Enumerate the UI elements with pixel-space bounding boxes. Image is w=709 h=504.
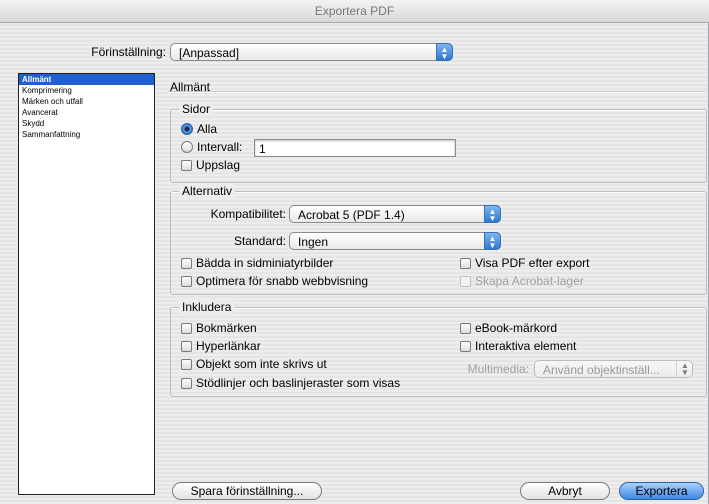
interactive-elements-label: Interaktiva element xyxy=(475,339,577,353)
checkbox-icon xyxy=(181,323,192,334)
export-pdf-dialog: Exportera PDF Förinställning: [Anpassad]… xyxy=(0,0,709,504)
popup-arrows-icon: ▲ ▼ xyxy=(436,43,453,61)
visible-guides-label: Stödlinjer och baslinjeraster som visas xyxy=(196,376,401,390)
nonprinting-objects-checkbox[interactable]: Objekt som inte skrivs ut xyxy=(181,357,327,371)
standard-label: Standard: xyxy=(233,234,286,248)
interactive-elements-checkbox[interactable]: Interaktiva element xyxy=(460,339,576,353)
checkbox-icon xyxy=(460,276,471,287)
pages-range-input[interactable]: 1 xyxy=(254,139,456,157)
preset-value: [Anpassad] xyxy=(179,46,240,60)
preset-label: Förinställning: xyxy=(91,45,166,59)
export-button[interactable]: Exportera xyxy=(619,482,704,500)
acrobat-layers-checkbox: Skapa Acrobat-lager xyxy=(460,274,584,288)
view-after-export-checkbox[interactable]: Visa PDF efter export xyxy=(460,256,590,270)
preset-row: Förinställning: [Anpassad] ▲ ▼ xyxy=(0,42,709,64)
pages-all-label: Alla xyxy=(197,122,218,136)
visible-guides-checkbox[interactable]: Stödlinjer och baslinjeraster som visas xyxy=(181,376,400,390)
embed-thumbnails-checkbox[interactable]: Bädda in sidminiatyrbilder xyxy=(181,256,333,270)
optimize-web-label: Optimera för snabb webbvisning xyxy=(196,274,369,288)
compatibility-value: Acrobat 5 (PDF 1.4) xyxy=(298,208,405,222)
save-preset-button[interactable]: Spara förinställning... xyxy=(172,482,322,500)
checkbox-icon xyxy=(181,378,192,389)
sidebar-item-marks-bleed[interactable]: Märken och utfall xyxy=(19,96,154,107)
popup-arrows-icon: ▲ ▼ xyxy=(484,205,501,223)
checkbox-icon xyxy=(181,341,192,352)
pages-all-radio[interactable]: Alla xyxy=(181,122,217,136)
standard-popup[interactable]: Ingen ▲ ▼ xyxy=(289,232,501,250)
acrobat-layers-label: Skapa Acrobat-lager xyxy=(475,274,584,288)
sidebar-item-general[interactable]: Allmänt xyxy=(19,74,154,85)
window-title: Exportera PDF xyxy=(0,0,709,23)
checkbox-icon xyxy=(181,276,192,287)
hyperlinks-label: Hyperlänkar xyxy=(196,339,261,353)
sidebar-item-summary[interactable]: Sammanfattning xyxy=(19,129,154,140)
compatibility-popup[interactable]: Acrobat 5 (PDF 1.4) ▲ ▼ xyxy=(289,205,501,223)
sidebar-item-advanced[interactable]: Avancerat xyxy=(19,107,154,118)
section-divider xyxy=(168,91,706,93)
include-legend: Inkludera xyxy=(179,300,235,314)
ebook-tags-checkbox[interactable]: eBook-märkord xyxy=(460,321,557,335)
sidebar-list: Allmänt Komprimering Märken och utfall A… xyxy=(18,73,155,495)
multimedia-label: Multimedia: xyxy=(467,362,529,376)
multimedia-popup: Använd objektinställ... ▲ ▼ xyxy=(534,360,693,378)
radio-icon xyxy=(181,141,193,153)
sidebar-item-security[interactable]: Skydd xyxy=(19,118,154,129)
popup-arrows-icon: ▲ ▼ xyxy=(484,232,501,250)
cancel-button[interactable]: Avbryt xyxy=(520,482,610,500)
pages-legend: Sidor xyxy=(179,102,214,116)
checkbox-icon xyxy=(460,323,471,334)
options-legend: Alternativ xyxy=(179,184,236,198)
multimedia-value: Använd objektinställ... xyxy=(543,363,660,377)
embed-thumbnails-label: Bädda in sidminiatyrbilder xyxy=(196,256,334,270)
pages-range-radio[interactable]: Intervall: xyxy=(181,140,242,154)
bookmarks-label: Bokmärken xyxy=(196,321,257,335)
checkbox-icon xyxy=(181,160,192,171)
optimize-web-checkbox[interactable]: Optimera för snabb webbvisning xyxy=(181,274,368,288)
popup-arrows-icon: ▲ ▼ xyxy=(676,360,693,378)
bookmarks-checkbox[interactable]: Bokmärken xyxy=(181,321,257,335)
ebook-tags-label: eBook-märkord xyxy=(475,321,558,335)
hyperlinks-checkbox[interactable]: Hyperlänkar xyxy=(181,339,261,353)
checkbox-icon xyxy=(460,258,471,269)
preset-popup[interactable]: [Anpassad] ▲ ▼ xyxy=(170,43,453,61)
checkbox-icon xyxy=(181,258,192,269)
pages-range-label: Intervall: xyxy=(197,140,243,154)
sidebar-item-compression[interactable]: Komprimering xyxy=(19,85,154,96)
compatibility-label: Kompatibilitet: xyxy=(210,207,286,221)
spreads-checkbox[interactable]: Uppslag xyxy=(181,158,240,172)
nonprinting-objects-label: Objekt som inte skrivs ut xyxy=(196,357,327,371)
standard-value: Ingen xyxy=(298,235,329,249)
spreads-label: Uppslag xyxy=(196,158,241,172)
checkbox-icon xyxy=(181,359,192,370)
view-after-export-label: Visa PDF efter export xyxy=(475,256,590,270)
radio-selected-icon xyxy=(181,123,193,135)
checkbox-icon xyxy=(460,341,471,352)
